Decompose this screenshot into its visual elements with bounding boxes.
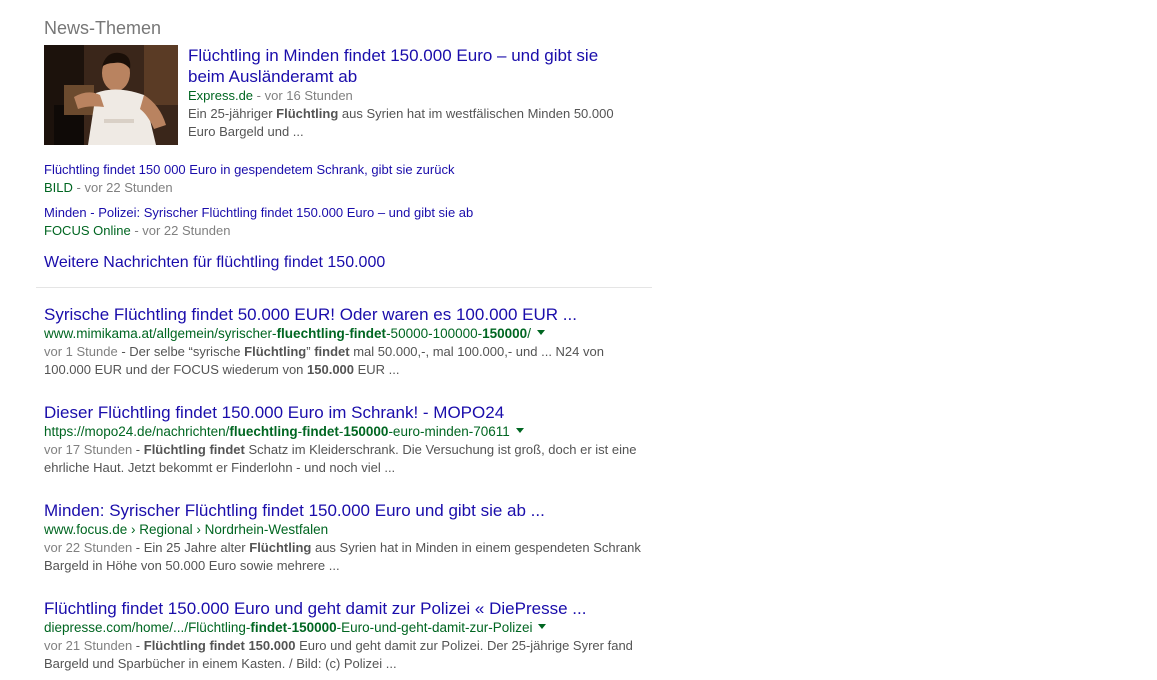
snippet-text: Bargeld in Höhe von 50.000 Euro sowie me… [44,558,340,573]
snippet-text: 100.000 EUR und der FOCUS wiederum von [44,362,308,377]
result-age: vor 17 Stunden [44,442,133,457]
news-story-source-line: FOCUS Online - vor 22 Stunden [44,222,644,240]
snippet-text: ” [306,344,315,359]
url-options-dropdown-icon[interactable] [515,427,524,433]
featured-source-line: Express.de - vor 16 Stunden [188,87,638,105]
snippet-text: aus Syrien hat im westfälischen Minden 5… [338,106,614,121]
snippet-text: - [132,638,144,653]
news-thumbnail-image[interactable] [44,45,178,145]
result-snippet: vor 17 Stunden - Flüchtling findet Schat… [44,441,654,477]
url-segment: https://mopo24.de/nachrichten/ [44,424,230,439]
snippet-keyword: 150.000 [307,362,355,377]
result-title-link[interactable]: Minden: Syrischer Flüchtling findet 150.… [44,500,654,521]
url-segment: / [527,326,531,341]
result-snippet: vor 1 Stunde - Der selbe “syrische Flüch… [44,343,654,379]
featured-news-story: Flüchtling in Minden findet 150.000 Euro… [44,45,644,145]
snippet-text: - Ein 25 Jahre alter [132,540,250,555]
search-result: Dieser Flüchtling findet 150.000 Euro im… [44,402,654,477]
snippet-text: Euro und geht damit zur Polizei. Der 25-… [295,638,633,653]
search-result: Flüchtling findet 150.000 Euro und geht … [44,598,654,673]
url-segment: -50000-100000- [386,326,483,341]
url-segment: diepresse.com/home/.../Flüchtling- [44,620,251,635]
result-title-link[interactable]: Syrische Flüchtling findet 50.000 EUR! O… [44,304,654,325]
snippet-text: EUR ... [354,362,400,377]
snippet-text: - [132,442,144,457]
snippet-text: mal 50.000,-, mal 100.000,- und ... N24 … [349,344,604,359]
result-snippet: vor 22 Stunden - Ein 25 Jahre alter Flüc… [44,539,654,575]
snippet-text: Ein 25-jähriger [188,106,277,121]
result-url: www.mimikama.at/allgemein/syrischer-flue… [44,325,654,343]
result-url: https://mopo24.de/nachrichten/fluechtlin… [44,423,654,441]
result-title-link[interactable]: Flüchtling findet 150.000 Euro und geht … [44,598,654,619]
result-age: vor 1 Stunde [44,344,118,359]
snippet-keyword: Flüchtling [244,344,307,359]
url-segment: findet [302,424,339,439]
url-segment: www.mimikama.at/allgemein/syrischer- [44,326,277,341]
result-url: diepresse.com/home/.../Flüchtling-findet… [44,619,654,637]
news-topics-heading: News-Themen [44,18,162,38]
result-url: www.focus.de › Regional › Nordrhein-West… [44,521,654,539]
url-segment: fluechtling [229,424,298,439]
url-segment: findet [250,620,288,635]
url-segment: findet [349,326,387,341]
snippet-text: aus Syrien hat in Minden in einem gespen… [311,540,641,555]
url-segment: 150000 [291,620,337,635]
news-age: - vor 16 Stunden [253,88,353,103]
snippet-text: Bargeld und Sparbücher in einem Kasten. … [44,656,397,671]
snippet-text: Euro Bargeld und ... [188,124,304,139]
section-divider [36,287,652,288]
featured-news-title-link[interactable]: Flüchtling in Minden findet 150.000 Euro… [188,45,638,87]
snippet-keyword: findet [314,344,350,359]
news-story-item: Flüchtling findet 150 000 Euro in gespen… [44,161,644,197]
snippet-text: - Der selbe “syrische [117,344,245,359]
more-news-link[interactable]: Weitere Nachrichten für flüchtling finde… [44,253,385,273]
featured-news-body: Flüchtling in Minden findet 150.000 Euro… [188,45,638,141]
result-snippet: vor 21 Stunden - Flüchtling findet 150.0… [44,637,654,673]
news-age: - vor 22 Stunden [130,223,231,238]
news-topics-block: News-Themen Flüchtling in Minden findet … [44,16,644,271]
url-options-dropdown-icon[interactable] [538,623,547,629]
result-title-link[interactable]: Dieser Flüchtling findet 150.000 Euro im… [44,402,654,423]
featured-title-line1: Flüchtling in Minden findet 150.000 Euro… [188,46,599,65]
person-photo-icon [44,45,178,145]
news-source: FOCUS Online [44,223,131,238]
url-segment: 150000 [343,424,389,439]
result-age: vor 21 Stunden [44,638,133,653]
news-story-title-link[interactable]: Flüchtling findet 150 000 Euro in gespen… [44,161,644,179]
search-results-page: News-Themen Flüchtling in Minden findet … [0,0,1157,680]
news-story-item: Minden - Polizei: Syrischer Flüchtling f… [44,204,644,240]
url-segment: -Euro-und-geht-damit-zur-Polizei [336,620,533,635]
news-story-source-line: BILD - vor 22 Stunden [44,179,644,197]
snippet-text: Schatz im Kleiderschrank. Die Versuchung… [244,442,637,457]
search-result: Syrische Flüchtling findet 50.000 EUR! O… [44,304,654,379]
url-segment: www.focus.de › Regional › Nordrhein-West… [44,522,329,537]
featured-title-line2: beim Ausländeramt ab [188,67,358,86]
news-source: BILD [44,180,73,195]
news-story-title-link[interactable]: Minden - Polizei: Syrischer Flüchtling f… [44,204,644,222]
result-age: vor 22 Stunden [44,540,133,555]
featured-snippet: Ein 25-jähriger Flüchtling aus Syrien ha… [188,105,638,141]
news-age: - vor 22 Stunden [72,180,173,195]
url-segment: -euro-minden-70611 [388,424,510,439]
snippet-keyword: Flüchtling findet [143,442,245,457]
url-segment: 150000 [482,326,528,341]
search-result: Minden: Syrischer Flüchtling findet 150.… [44,500,654,575]
url-segment: fluechtling [276,326,345,341]
snippet-keyword: Flüchtling findet 150.000 [143,638,296,653]
snippet-keyword: Flüchtling [276,106,339,121]
snippet-keyword: Flüchtling [249,540,312,555]
snippet-text: ehrliche Haut. Jetzt bekommt er Finderlo… [44,460,396,475]
news-source: Express.de [188,88,254,103]
url-options-dropdown-icon[interactable] [536,329,545,335]
